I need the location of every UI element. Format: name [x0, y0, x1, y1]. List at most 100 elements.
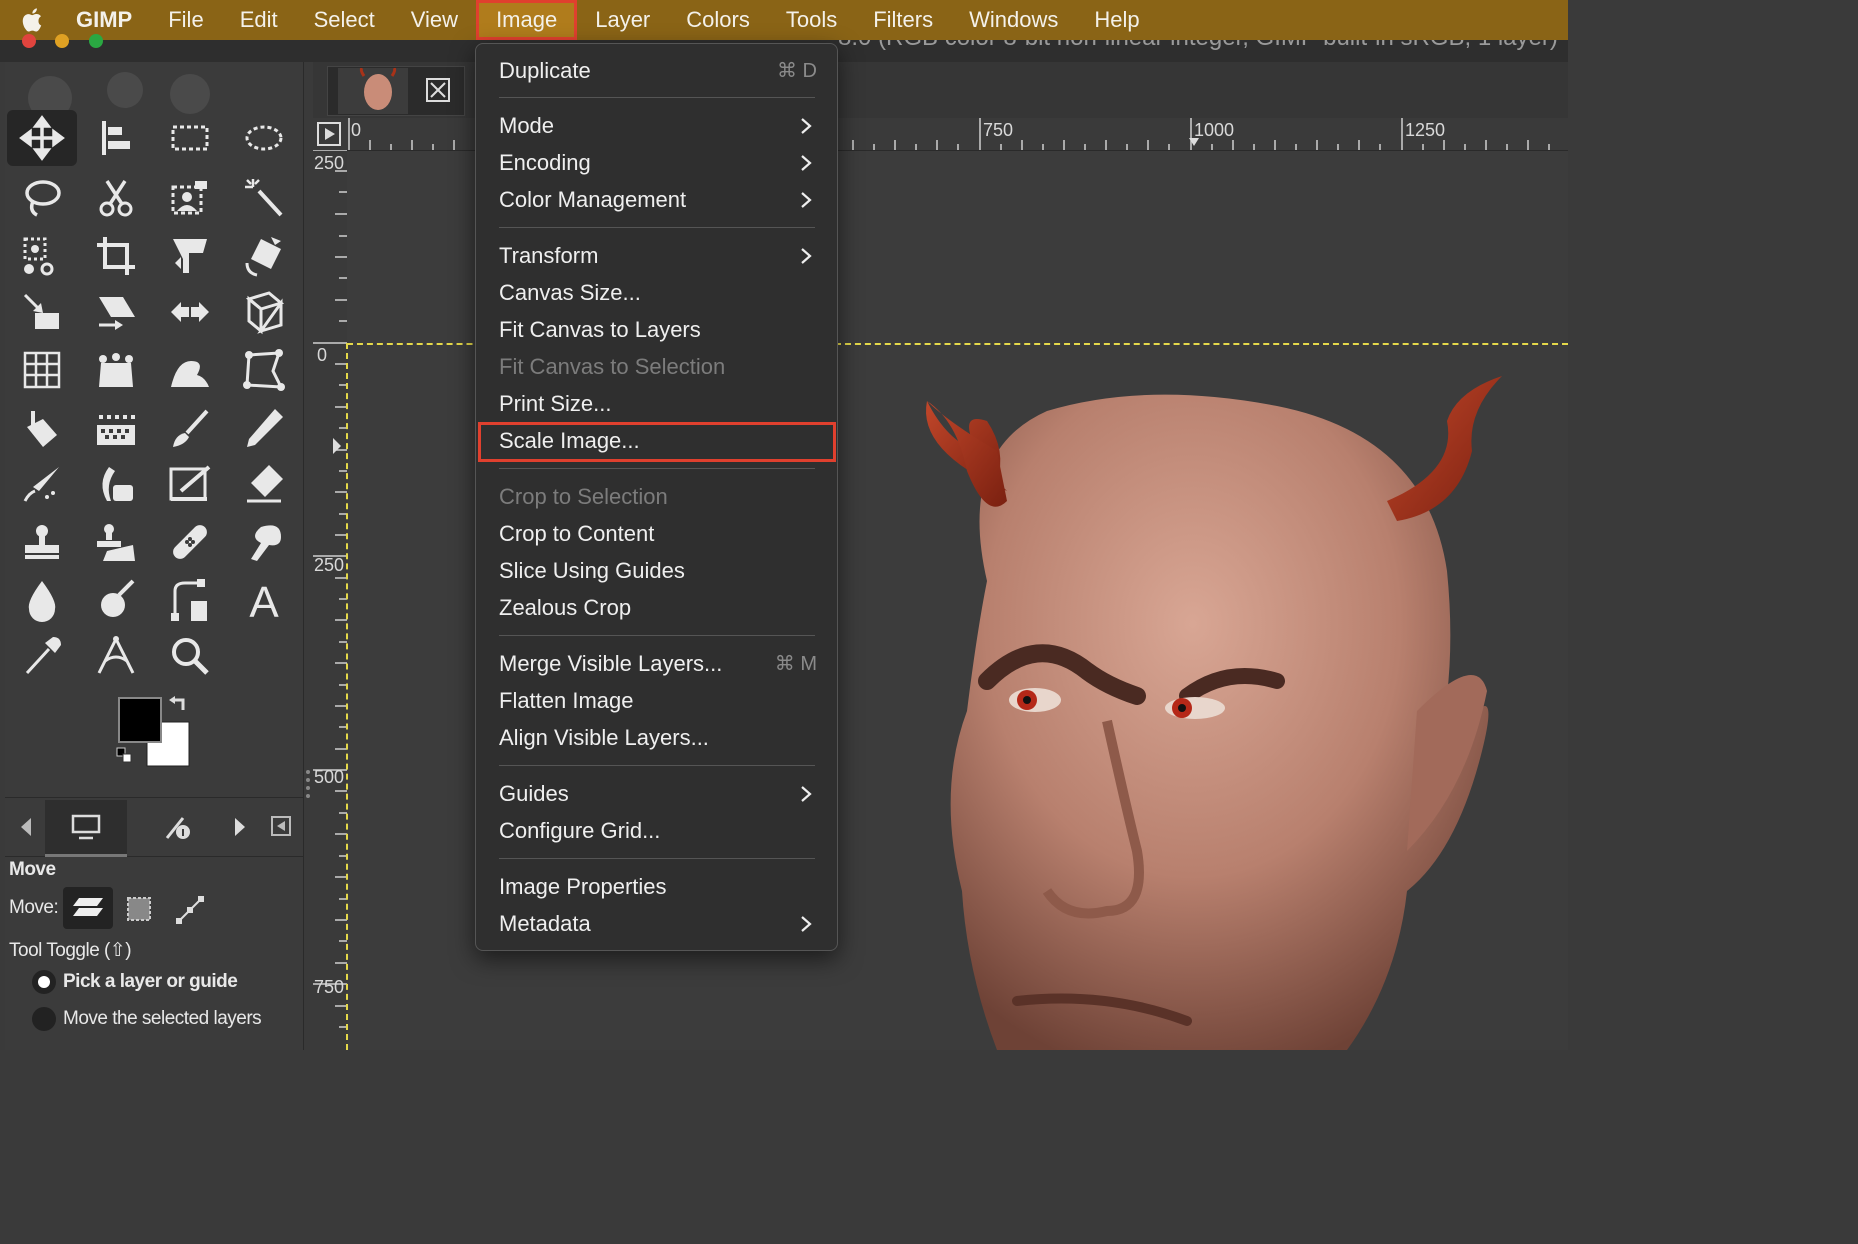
blur-sharpen-drop-icon[interactable]: [7, 572, 77, 628]
menu-file[interactable]: File: [150, 0, 221, 40]
ruler-label: 500: [314, 767, 345, 787]
menu-item-label: Zealous Crop: [499, 595, 632, 620]
pencil-icon[interactable]: [229, 400, 299, 456]
menu-item-scale-image[interactable]: Scale Image...: [478, 422, 836, 462]
image-tab[interactable]: [327, 66, 465, 116]
window-title-text: 8.0 (RGB color 8-bit non-linear integer,…: [838, 40, 1558, 52]
dock-menu-icon[interactable]: [271, 816, 291, 836]
menu-layer[interactable]: Layer: [577, 0, 668, 40]
handle-transform-icon[interactable]: [81, 342, 151, 398]
menu-item-print-size[interactable]: Print Size...: [499, 387, 817, 421]
free-select-lasso-icon[interactable]: [7, 170, 77, 226]
menu-item-color-management[interactable]: Color Management: [499, 183, 817, 217]
ink-tool-icon[interactable]: [81, 456, 151, 512]
menu-item-guides[interactable]: Guides: [499, 777, 817, 811]
menu-image[interactable]: Image: [476, 0, 578, 40]
menu-tools[interactable]: Tools: [768, 0, 855, 40]
menu-colors[interactable]: Colors: [668, 0, 768, 40]
fg-bg-color-swatches[interactable]: [115, 694, 205, 774]
menu-gimp[interactable]: GIMP: [62, 0, 150, 40]
perspective-3d-transform-icon[interactable]: [229, 284, 299, 340]
menu-item-label: Transform: [499, 243, 599, 268]
quick-mask-toggle-icon[interactable]: [317, 122, 341, 146]
perspective-clone-icon[interactable]: [81, 514, 151, 570]
dock-resize-grip-icon[interactable]: [303, 768, 313, 798]
menu-item-mode[interactable]: Mode: [499, 109, 817, 143]
move-selection-mode-icon[interactable]: [125, 895, 153, 923]
close-window-button[interactable]: [22, 34, 36, 48]
select-by-color-icon[interactable]: [7, 228, 77, 284]
flip-tool-icon[interactable]: [155, 284, 225, 340]
color-picker-eyedropper-icon[interactable]: [7, 628, 77, 684]
scale-tool-icon[interactable]: [7, 284, 77, 340]
warp-transform-icon[interactable]: [155, 342, 225, 398]
menu-help[interactable]: Help: [1076, 0, 1157, 40]
menu-view[interactable]: View: [393, 0, 476, 40]
ruler-corner[interactable]: [313, 118, 347, 150]
unified-transform-icon[interactable]: [155, 228, 225, 284]
ruler-label: 1250: [1405, 120, 1446, 140]
heal-bandage-icon[interactable]: [155, 514, 225, 570]
menu-item-crop-to-content[interactable]: Crop to Content: [499, 517, 817, 551]
crop-tool-icon[interactable]: [81, 228, 151, 284]
bucket-fill-icon[interactable]: [7, 400, 77, 456]
menu-item-zealous-crop[interactable]: Zealous Crop: [499, 591, 817, 625]
menu-item-image-properties[interactable]: Image Properties: [499, 870, 817, 904]
ellipse-select-icon[interactable]: [229, 110, 299, 166]
move-layer-mode-button[interactable]: [63, 887, 113, 929]
paintbrush-icon[interactable]: [155, 400, 225, 456]
paths-tool-icon[interactable]: [155, 572, 225, 628]
zoom-window-button[interactable]: [89, 34, 103, 48]
close-image-icon[interactable]: [426, 78, 450, 102]
move-tool-icon[interactable]: [7, 110, 77, 166]
fuzzy-select-wand-icon[interactable]: [229, 170, 299, 226]
tab-scroll-left-icon[interactable]: [19, 816, 33, 838]
cage-transform-icon[interactable]: [229, 342, 299, 398]
text-tool-icon[interactable]: A: [229, 572, 299, 628]
apple-logo-icon[interactable]: [0, 6, 62, 34]
eraser-icon[interactable]: [229, 456, 299, 512]
rotate-tool-icon[interactable]: [229, 228, 299, 284]
align-tool-icon[interactable]: [81, 110, 151, 166]
radio-move-selected-layers[interactable]: [31, 1006, 57, 1032]
vertical-guide[interactable]: [346, 343, 348, 1050]
clone-stamp-icon[interactable]: [7, 514, 77, 570]
menu-item-label: Crop to Selection: [499, 484, 668, 509]
grid-warp-icon[interactable]: [7, 342, 77, 398]
smudge-icon[interactable]: [229, 514, 299, 570]
rectangle-select-icon[interactable]: [155, 110, 225, 166]
menu-item-encoding[interactable]: Encoding: [499, 146, 817, 180]
foreground-select-icon[interactable]: [155, 170, 225, 226]
move-path-mode-icon[interactable]: [175, 895, 205, 925]
menu-edit[interactable]: Edit: [222, 0, 296, 40]
gradient-tool-icon[interactable]: [81, 400, 151, 456]
menu-item-transform[interactable]: Transform: [499, 239, 817, 273]
ruler-label: 1000: [1194, 120, 1235, 140]
menu-item-canvas-size[interactable]: Canvas Size...: [499, 276, 817, 310]
menu-item-duplicate[interactable]: Duplicate ⌘ D: [499, 54, 817, 88]
menu-item-configure-grid[interactable]: Configure Grid...: [499, 814, 817, 848]
tab-tool-options[interactable]: [45, 800, 127, 857]
dodge-burn-icon[interactable]: [81, 572, 151, 628]
mypaint-brush-icon[interactable]: [155, 456, 225, 512]
zoom-magnifier-icon[interactable]: [155, 628, 225, 684]
menu-item-metadata[interactable]: Metadata: [499, 907, 817, 941]
menu-filters[interactable]: Filters: [855, 0, 951, 40]
measure-tool-icon[interactable]: [81, 628, 151, 684]
menu-item-label: Duplicate: [499, 58, 591, 83]
menu-item-fit-canvas-to-layers[interactable]: Fit Canvas to Layers: [499, 313, 817, 347]
scissors-select-icon[interactable]: [81, 170, 151, 226]
menu-item-align-visible-layers[interactable]: Align Visible Layers...: [499, 721, 817, 755]
menu-item-merge-visible-layers[interactable]: Merge Visible Layers... ⌘ M: [499, 647, 817, 681]
menu-item-slice-using-guides[interactable]: Slice Using Guides: [499, 554, 817, 588]
tab-scroll-right-icon[interactable]: [233, 816, 247, 838]
menu-select[interactable]: Select: [296, 0, 393, 40]
shear-tool-icon[interactable]: [81, 284, 151, 340]
tab-device-status[interactable]: [135, 800, 219, 854]
minimize-window-button[interactable]: [55, 34, 69, 48]
airbrush-icon[interactable]: [7, 456, 77, 512]
menu-item-flatten-image[interactable]: Flatten Image: [499, 684, 817, 718]
ruler-label: 0: [316, 345, 327, 365]
menu-windows[interactable]: Windows: [951, 0, 1076, 40]
radio-pick-layer[interactable]: [31, 969, 57, 995]
